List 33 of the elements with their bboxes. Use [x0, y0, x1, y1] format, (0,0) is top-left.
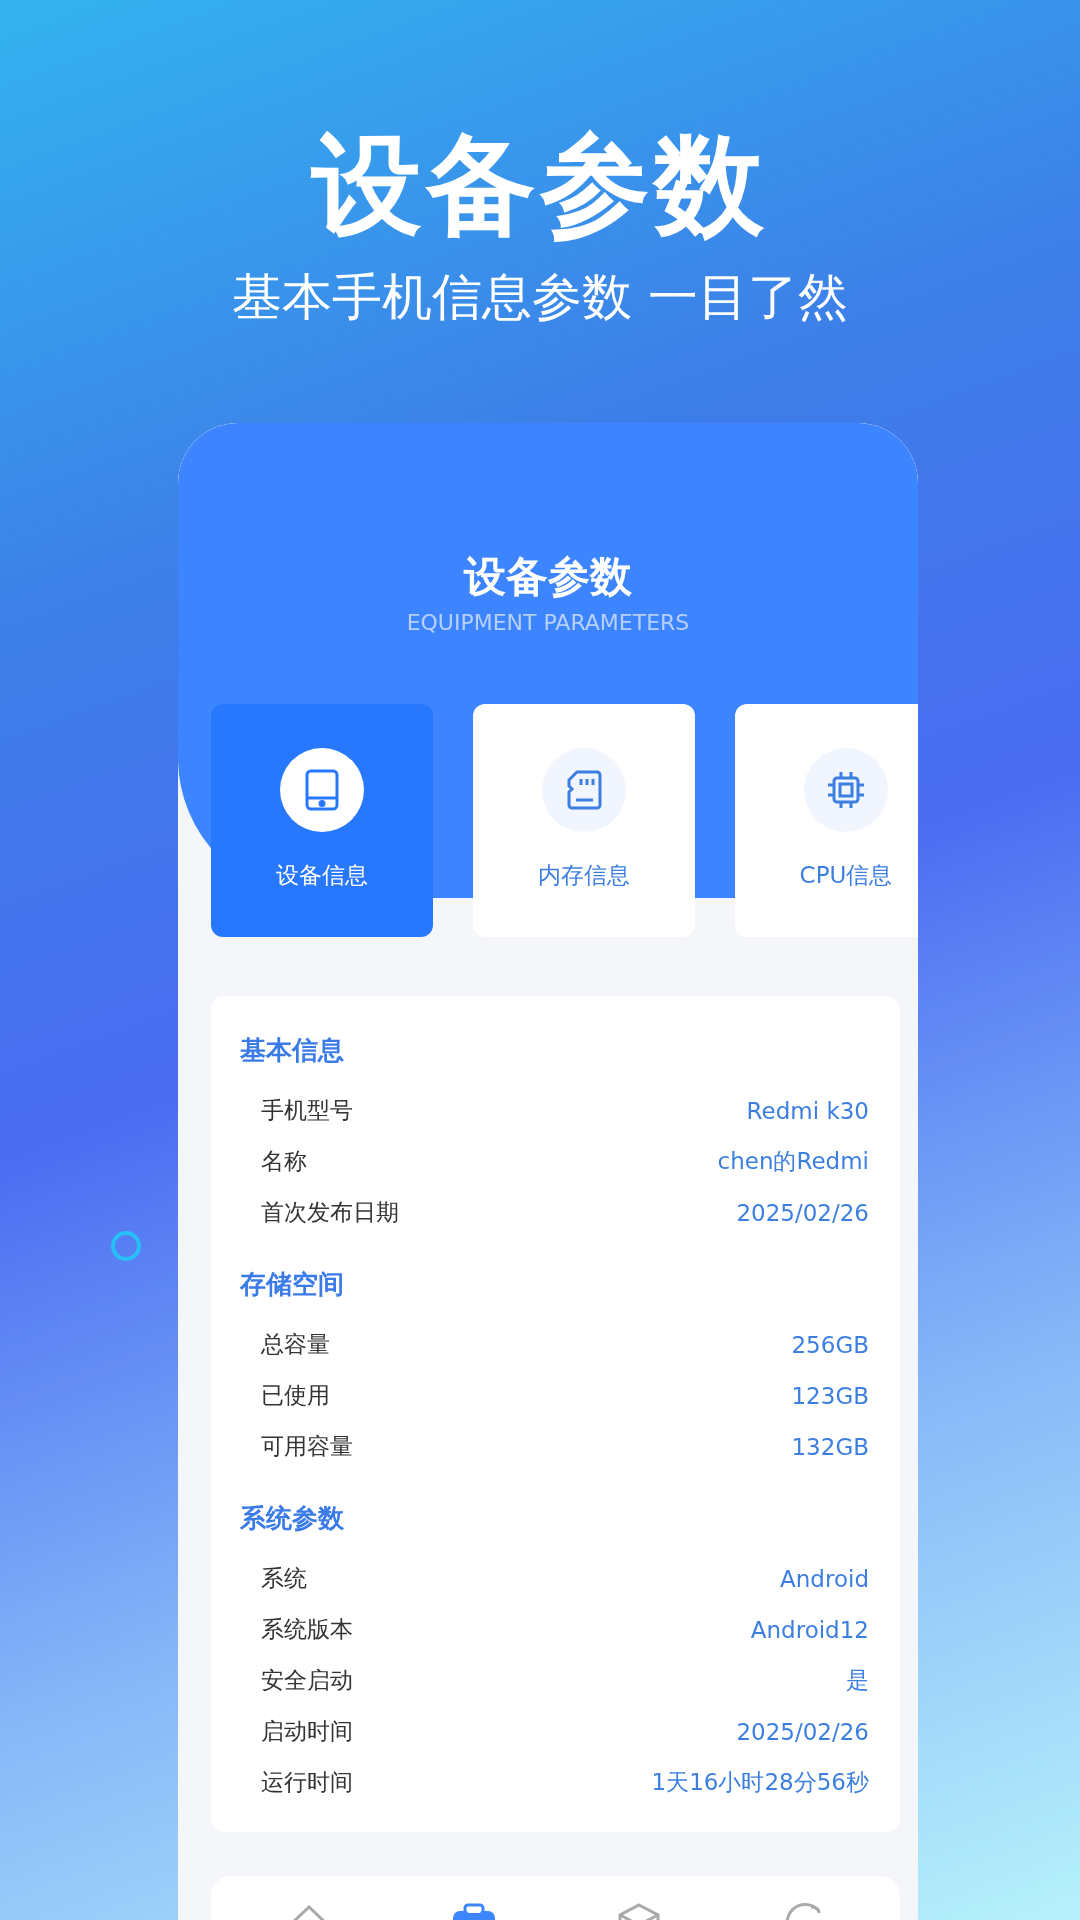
row-value: 1天16小时28分56秒	[651, 1768, 869, 1797]
row-label: 总容量	[261, 1330, 330, 1359]
screen-subtitle: EQUIPMENT PARAMETERS	[406, 609, 690, 637]
category-tab[interactable]: 设备信息	[211, 704, 433, 937]
row-value: 132GB	[791, 1433, 869, 1460]
row-label: 运行时间	[261, 1768, 353, 1797]
ring-decoration	[111, 1231, 141, 1261]
row-label: 系统	[261, 1564, 307, 1593]
screen-title: 设备参数	[464, 552, 632, 602]
row-label: 已使用	[261, 1381, 330, 1410]
row-value: Redmi k30	[746, 1097, 869, 1124]
section-title: 系统参数	[240, 1502, 345, 1535]
row-label: 系统版本	[261, 1615, 353, 1644]
category-tab[interactable]: CPU信息	[735, 704, 918, 937]
row-value: 256GB	[791, 1331, 869, 1358]
row-label: 首次发布日期	[261, 1198, 399, 1227]
row-label: 启动时间	[261, 1717, 353, 1746]
row-label: 可用容量	[261, 1432, 353, 1461]
row-value: 是	[846, 1666, 869, 1695]
row-value: 2025/02/26	[736, 1718, 869, 1745]
subheadline: 基本手机信息参数 一目了然	[232, 267, 848, 328]
row-label: 手机型号	[261, 1096, 353, 1125]
row-value: chen的Redmi	[717, 1147, 869, 1176]
section-title: 基本信息	[240, 1034, 345, 1067]
row-value: Android	[780, 1565, 869, 1592]
row-label: 安全启动	[261, 1666, 353, 1695]
section-title: 存储空间	[240, 1268, 345, 1301]
row-value: 123GB	[791, 1382, 869, 1409]
row-value: 2025/02/26	[736, 1199, 869, 1226]
row-label: 名称	[261, 1147, 307, 1176]
headline: 设备参数	[312, 120, 768, 251]
category-tab[interactable]: 内存信息	[473, 704, 695, 937]
row-value: Android12	[750, 1616, 869, 1643]
